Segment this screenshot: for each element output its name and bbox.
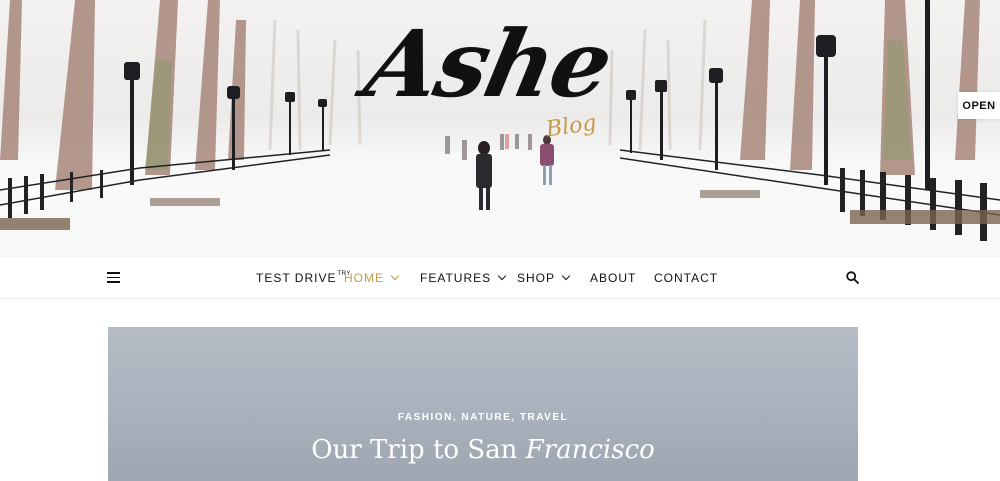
logo-title: Ashe [356, 10, 621, 118]
featured-post[interactable]: FASHION, NATURE, TRAVEL Our Trip to San … [108, 327, 858, 481]
open-button[interactable]: OPEN [958, 92, 1000, 119]
nav-item-about[interactable]: ABOUT [590, 271, 636, 285]
site-logo[interactable]: Ashe Blog [356, 10, 621, 150]
post-categories: FASHION, NATURE, TRAVEL [397, 412, 569, 423]
nav-item-label: SHOP [517, 271, 556, 285]
chevron-down-icon [497, 271, 507, 281]
nav-item-test-drive[interactable]: TEST DRIVETRY [256, 271, 351, 285]
nav-item-shop[interactable]: SHOP [517, 271, 571, 285]
nav-item-label: CONTACT [654, 271, 719, 285]
nav-item-label: HOME [344, 271, 384, 285]
post-title[interactable]: Our Trip to San Francisco [108, 435, 858, 465]
nav-item-label: FEATURES [420, 271, 492, 285]
header-hero: Ashe Blog OPEN [0, 0, 1000, 257]
nav-item-contact[interactable]: CONTACT [654, 271, 718, 285]
nav-item-features[interactable]: FEATURES [420, 271, 507, 285]
nav-item-label: ABOUT [590, 271, 637, 285]
category-travel[interactable]: TRAVEL [520, 412, 568, 423]
category-nature[interactable]: NATURE [461, 412, 511, 423]
post-title-italic: Francisco [525, 435, 655, 465]
category-fashion[interactable]: FASHION [398, 412, 453, 423]
chevron-down-icon [390, 271, 400, 281]
post-title-plain: Our Trip to San [311, 435, 518, 465]
nav-item-home[interactable]: HOME [344, 271, 400, 285]
nav-item-label: TEST DRIVE [256, 271, 337, 285]
chevron-down-icon [561, 271, 571, 281]
search-icon[interactable] [846, 271, 859, 284]
